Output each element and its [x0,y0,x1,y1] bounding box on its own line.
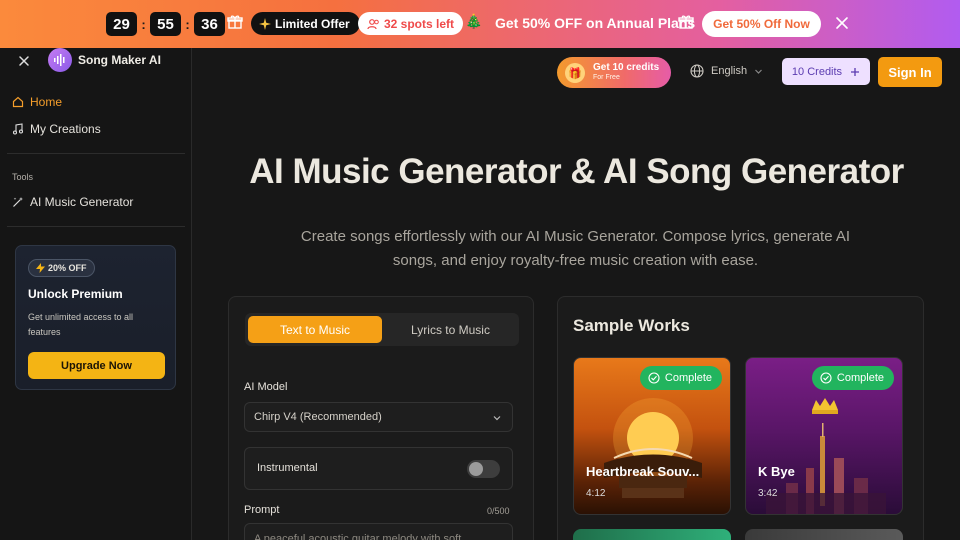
spots-left-badge: 32 spots left [358,12,464,35]
timer-minutes: 55 [150,12,181,36]
sparkle-icon [259,17,271,30]
timer-seconds: 36 [194,12,225,36]
sample-works-title: Sample Works [573,316,690,335]
plus-icon [851,67,860,76]
limited-offer-badge: Limited Offer [251,12,360,35]
tab-lyrics-to-music[interactable]: Lyrics to Music [384,316,517,343]
generator-panel: Text to Music Lyrics to Music AI Model C… [228,296,534,540]
sign-in-button[interactable]: Sign In [878,57,942,87]
chevron-down-icon [493,416,501,421]
christmas-tree-icon: 🎄 [465,13,483,29]
status-badge: Complete [811,366,894,390]
sample-card[interactable]: Complete K Bye 3:42 [745,357,903,515]
spots-left-label: 32 spots left [384,16,455,31]
prompt-label: Prompt [244,504,280,516]
sample-works-panel: Sample Works Complete Heartbreak Souv...… [557,296,924,540]
promo-banner: 29 : 55 : 36 Limited Offer 32 spots left… [0,0,960,48]
check-circle-icon [648,372,660,384]
free-credits-title: Get 10 credits [593,62,660,73]
upgrade-button[interactable]: Upgrade Now [28,352,165,379]
chevron-down-icon [755,69,763,74]
language-label: English [711,65,748,77]
get-discount-button[interactable]: Get 50% Off Now [702,11,821,37]
instrumental-row: Instrumental [244,447,513,490]
check-circle-icon [820,372,832,384]
free-credits-subtitle: For Free [593,74,620,81]
status-label: Complete [836,372,884,384]
mode-tabs: Text to Music Lyrics to Music [245,313,519,346]
tools-section-label: Tools [12,172,34,182]
home-icon [12,96,24,108]
users-icon [367,18,379,29]
premium-promo-card: 20% OFF Unlock Premium Get unlimited acc… [15,245,176,390]
sidebar-item-label: Home [30,95,63,109]
ai-model-select[interactable]: Chirp V4 (Recommended) [244,402,513,432]
close-sidebar-icon[interactable] [17,54,31,68]
gift-icon [678,15,694,29]
gift-icon [227,15,243,29]
discount-badge: 20% OFF [28,259,95,277]
status-badge: Complete [639,366,722,390]
sample-card-partial [573,529,731,540]
discount-label: 20% OFF [48,263,87,273]
sidebar-item-home[interactable]: Home [12,95,62,109]
sample-duration: 4:12 [586,488,606,499]
page-subtitle: Create songs effortlessly with our AI Mu… [300,228,851,269]
premium-title: Unlock Premium [28,287,123,301]
sidebar-item-label: AI Music Generator [30,195,134,209]
ai-model-label: AI Model [244,381,288,393]
language-selector[interactable]: English [690,64,763,78]
sample-card[interactable]: Complete Heartbreak Souv... 4:12 [573,357,731,515]
magic-wand-icon [13,197,23,207]
promo-headline: Get 50% OFF on Annual Plans [495,15,696,31]
sidebar-item-label: My Creations [30,122,101,136]
credits-button[interactable]: 10 Credits [782,58,870,85]
sample-title: Heartbreak Souv... [586,464,700,479]
globe-icon [690,64,704,78]
logo-icon [48,48,72,72]
countdown-timer: 29 : 55 : 36 [106,12,225,36]
ai-model-value: Chirp V4 (Recommended) [254,411,382,423]
credits-label: 10 Credits [791,65,843,78]
close-icon[interactable] [834,15,850,31]
timer-separator: : [185,16,190,32]
limited-offer-label: Limited Offer [275,16,350,31]
sidebar-item-ai-music-generator[interactable]: AI Music Generator [12,195,133,209]
timer-separator: : [141,16,146,32]
sidebar: Song Maker AI Home My Creations Tools AI… [0,48,192,540]
prompt-counter: 0/500 [487,506,510,516]
prompt-input[interactable]: A peaceful acoustic guitar melody with s… [244,523,513,540]
brand-name: Song Maker AI [78,53,161,67]
sample-duration: 3:42 [758,488,778,499]
instrumental-toggle[interactable] [467,460,500,478]
free-credits-button[interactable]: 🎁 Get 10 credits For Free [557,57,671,88]
timer-hours: 29 [106,12,137,36]
sample-title: K Bye [758,464,795,479]
page-title: AI Music Generator & AI Song Generator [249,152,904,191]
tab-text-to-music[interactable]: Text to Music [248,316,382,343]
sample-card-partial [745,529,903,540]
gift-icon: 🎁 [565,63,585,83]
instrumental-label: Instrumental [257,462,318,474]
sidebar-item-my-creations[interactable]: My Creations [12,122,101,136]
divider [7,153,185,154]
premium-description: Get unlimited access to all features [28,312,134,337]
divider [7,226,185,227]
lightning-icon [36,263,45,273]
music-note-icon [12,123,24,135]
status-label: Complete [664,372,712,384]
